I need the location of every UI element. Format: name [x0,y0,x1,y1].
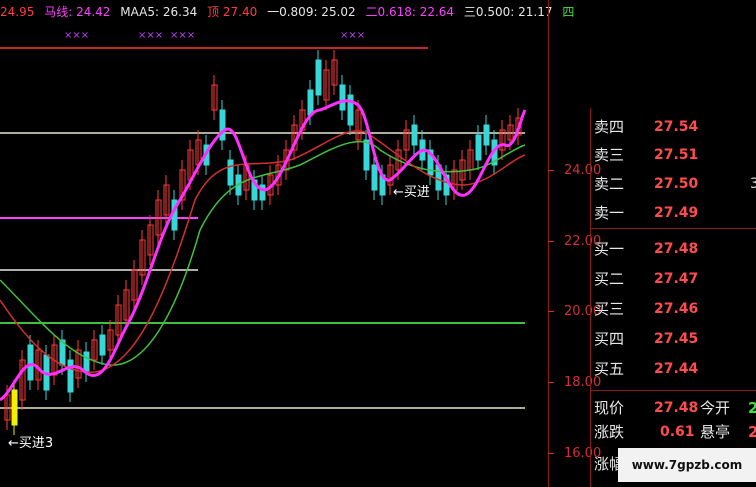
candle-body [315,59,322,96]
open-label: 今开 [700,399,731,417]
sell-2-volume: 3 [750,176,756,192]
buy-4-label: 买四 [594,330,625,348]
candle-body [27,344,34,381]
candle-body [227,159,234,186]
buy-signal-left: ←买进3 [8,436,53,451]
buy-4-row[interactable]: 买四 27.45 [590,324,756,354]
candle-body [99,334,106,356]
quote-divider [590,390,756,391]
buy-1-price: 27.48 [654,241,699,257]
open-value: 2 [748,399,756,417]
sell-1-price: 27.49 [654,205,699,221]
candle-body [363,139,370,171]
candle-body [483,124,490,146]
sell-4-label: 卖四 [594,118,625,136]
change-label: 涨跌 [594,423,625,441]
buy-5-row[interactable]: 买五 27.44 [590,354,756,384]
candle-body [83,351,90,373]
sell-2-row[interactable]: 卖二 27.50 3 [590,169,756,199]
watermark: www.7gpzb.com [618,448,756,482]
x-marks-4: ××× [340,30,365,41]
buy-signal-right: ←买进 [393,185,430,200]
current-price-row: 现价 27.48 今开 2 [590,396,756,420]
x-marks-2: ××× [138,30,163,41]
sell-3-label: 卖三 [594,146,625,164]
sell-3-row[interactable]: 卖三 27.51 [590,140,756,170]
candle-body [371,164,378,191]
change-row: 涨跌 0.61 悬亭 2 [590,420,756,444]
buy-2-price: 27.47 [654,271,699,287]
buy-3-label: 买三 [594,300,625,318]
candle-body [67,359,74,393]
change-value: 0.61 [660,424,695,440]
order-divider [590,228,756,229]
sell-1-label: 卖一 [594,204,625,222]
sell-4-price: 27.54 [654,119,699,135]
buy-5-price: 27.44 [654,361,699,377]
candle-body [307,89,314,116]
x-marks-1: ××× [64,30,89,41]
buy-3-row[interactable]: 买三 27.46 [590,294,756,324]
buy-2-row[interactable]: 买二 27.47 [590,264,756,294]
current-price-label: 现价 [594,399,625,417]
price-axis: 24.00 22.00 20.00 18.00 16.00 [548,0,601,487]
buy-2-label: 买二 [594,270,625,288]
ma-line-magenta [0,99,527,402]
sell-3-price: 27.51 [654,147,699,163]
candle-body [475,134,482,161]
buy-3-price: 27.46 [654,301,699,317]
buy-1-row[interactable]: 买一 27.48 [590,234,756,264]
candles [4,50,522,435]
sell-2-label: 卖二 [594,175,625,193]
x-marks-3: ××× [170,30,195,41]
buy-5-label: 买五 [594,360,625,378]
sell-2-price: 27.50 [654,176,699,192]
candle-body [11,389,18,426]
amp-label: 悬亭 [700,423,731,441]
sell-4-row[interactable]: 卖四 27.54 [590,112,756,142]
candle-body [411,124,418,146]
sell-1-row[interactable]: 卖一 27.49 [590,198,756,228]
candle-body [339,84,346,111]
candlestick-chart[interactable]: ××× ××× ××× ××× ←买进 ←买进3 [0,0,548,487]
buy-4-price: 27.45 [654,331,699,347]
current-price-value: 27.48 [654,400,699,416]
amp-value: 2 [748,423,756,441]
buy-1-label: 买一 [594,240,625,258]
